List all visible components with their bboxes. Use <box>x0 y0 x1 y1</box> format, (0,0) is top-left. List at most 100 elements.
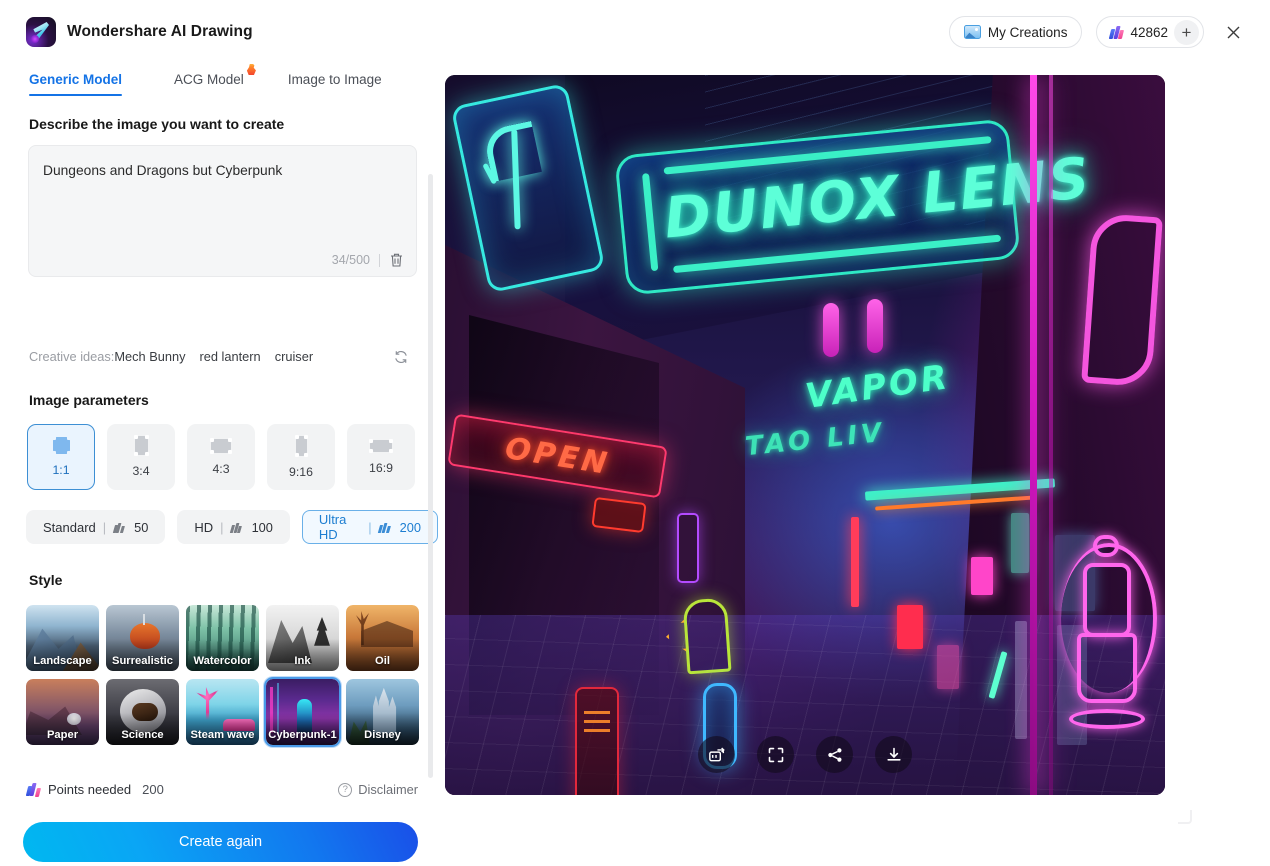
download-button[interactable] <box>875 736 912 773</box>
style-grid: Landscape Surrealistic Watercolor Ink Oi… <box>24 603 421 747</box>
quality-points-standard: 50 <box>134 519 149 535</box>
quality-button-hd[interactable]: HD | 100 <box>177 510 290 544</box>
art-magenta-figure <box>1061 525 1157 729</box>
quality-points-hd: 100 <box>251 519 273 535</box>
points-row: Points needed 200 ? Disclaimer <box>25 782 418 797</box>
my-creations-label: My Creations <box>987 24 1068 40</box>
tab-image-to-image[interactable]: Image to Image <box>288 72 382 96</box>
style-label: Ink <box>294 655 311 667</box>
settings-panel: Generic Model ACG Model Image to Image D… <box>0 64 438 866</box>
expand-icon <box>767 746 785 764</box>
ratio-label-9-16: 9:16 <box>289 464 313 479</box>
art-red-marquee <box>591 496 647 534</box>
style-card-surrealistic[interactable]: Surrealistic <box>104 603 181 673</box>
share-button[interactable] <box>816 736 853 773</box>
ratio-button-1-1[interactable]: 1:1 <box>27 424 95 490</box>
art-magenta-tube <box>1049 75 1053 795</box>
quality-name-hd: HD <box>194 519 214 535</box>
style-label: Watercolor <box>193 655 252 667</box>
creative-idea-2[interactable]: red lantern <box>200 349 261 364</box>
title-bar: Wondershare AI Drawing My Creations 4286… <box>0 0 1270 64</box>
creative-idea-1[interactable]: Mech Bunny <box>114 349 185 364</box>
add-credits-button[interactable]: + <box>1174 19 1199 45</box>
quality-button-ultra-hd[interactable]: Ultra HD | 200 <box>301 510 438 544</box>
ratio-button-9-16[interactable]: 9:16 <box>267 424 335 490</box>
disclaimer-link[interactable]: ? Disclaimer <box>338 782 418 797</box>
hd-upscale-button[interactable] <box>698 736 735 773</box>
style-label: Cyberpunk-1 <box>268 729 337 741</box>
ratio-button-16-9[interactable]: 16:9 <box>347 424 415 490</box>
quality-separator: | <box>220 519 224 535</box>
tab-generic-model[interactable]: Generic Model <box>29 72 123 96</box>
quality-button-standard[interactable]: Standard | 50 <box>26 510 166 544</box>
fullscreen-button[interactable] <box>757 736 794 773</box>
titlebar-actions: My Creations 42862 + <box>948 16 1248 48</box>
quality-separator: | <box>102 519 107 535</box>
creative-ideas-label: Creative ideas: <box>29 349 115 364</box>
ratio-portrait-icon <box>133 435 149 456</box>
ai-drawing-window: Wondershare AI Drawing My Creations 4286… <box>0 0 1270 866</box>
window-resize-handle[interactable] <box>1178 810 1192 824</box>
quality-name-ultra-hd: Ultra HD <box>318 512 347 542</box>
credits-coin-icon <box>25 782 41 797</box>
art-green-sign <box>682 597 732 675</box>
style-label: Steam wave <box>190 729 255 741</box>
share-icon <box>826 746 844 764</box>
style-card-paper[interactable]: Paper <box>24 677 101 747</box>
generated-image-art: DUNOX LENS VAPOR TAO LIV OPEN <box>445 75 1165 795</box>
refresh-icon[interactable] <box>393 349 409 365</box>
credits-coin-icon <box>378 522 393 533</box>
prompt-footer: 34/500 <box>332 252 404 268</box>
style-label: Oil <box>375 655 390 667</box>
ratio-button-4-3[interactable]: 4:3 <box>187 424 255 490</box>
creative-ideas-row: Creative ideas: Mech Bunny red lantern c… <box>29 349 417 364</box>
create-again-button[interactable]: Create again <box>23 822 418 862</box>
style-card-watercolor[interactable]: Watercolor <box>184 603 261 673</box>
hd-upscale-icon <box>707 745 726 764</box>
disclaimer-label: Disclaimer <box>358 782 418 797</box>
generated-image[interactable]: DUNOX LENS VAPOR TAO LIV OPEN <box>445 75 1165 795</box>
ratio-label-1-1: 1:1 <box>52 463 70 477</box>
tab-acg-model[interactable]: ACG Model <box>174 72 244 96</box>
style-card-science[interactable]: Science <box>104 677 181 747</box>
style-card-landscape[interactable]: Landscape <box>24 603 101 673</box>
ratio-wide-icon <box>369 438 393 453</box>
credits-coin-icon <box>1108 25 1124 40</box>
aspect-ratio-group: 1:1 3:4 4:3 9:16 16:9 <box>27 424 415 490</box>
style-label: Surrealistic <box>112 655 173 667</box>
ratio-tall-icon <box>294 434 308 457</box>
panel-scrollbar[interactable] <box>428 174 433 778</box>
ratio-button-3-4[interactable]: 3:4 <box>107 424 175 490</box>
image-parameters-title: Image parameters <box>29 392 149 408</box>
quality-name-standard: Standard <box>43 519 96 535</box>
quality-group: Standard | 50 HD | 100 Ultra HD | 200 <box>26 510 438 544</box>
art-magenta-tube <box>1030 75 1037 795</box>
ratio-label-4-3: 4:3 <box>212 461 230 476</box>
art-neon-sign-open-text: OPEN <box>502 430 613 482</box>
style-card-disney[interactable]: Disney <box>344 677 421 747</box>
quality-points-ultra-hd: 200 <box>399 519 421 535</box>
credits-pill[interactable]: 42862 + <box>1096 16 1204 48</box>
trash-icon[interactable] <box>389 252 404 268</box>
art-pink-bar <box>867 299 883 353</box>
image-gallery-icon <box>963 25 981 39</box>
ratio-label-3-4: 3:4 <box>132 464 150 478</box>
style-label: Science <box>121 729 164 741</box>
close-icon[interactable] <box>1218 17 1248 47</box>
style-card-cyberpunk-1[interactable]: Cyberpunk-1 <box>264 677 341 747</box>
my-creations-button[interactable]: My Creations <box>948 16 1083 48</box>
credits-coin-icon <box>112 522 127 533</box>
prompt-section-title: Describe the image you want to create <box>29 116 285 132</box>
prompt-text-value[interactable]: Dungeons and Dragons but Cyberpunk <box>43 162 402 181</box>
ratio-label-16-9: 16:9 <box>369 460 393 475</box>
style-card-oil[interactable]: Oil <box>344 603 421 673</box>
prompt-input[interactable]: Dungeons and Dragons but Cyberpunk 34/50… <box>28 145 417 277</box>
divider <box>379 253 380 267</box>
fire-icon <box>246 64 256 75</box>
style-card-ink[interactable]: Ink <box>264 603 341 673</box>
download-icon <box>885 746 903 764</box>
credits-coin-icon <box>229 522 245 533</box>
points-needed-label: Points needed <box>48 782 132 797</box>
style-card-steam-wave[interactable]: Steam wave <box>184 677 261 747</box>
creative-idea-3[interactable]: cruiser <box>275 349 313 364</box>
